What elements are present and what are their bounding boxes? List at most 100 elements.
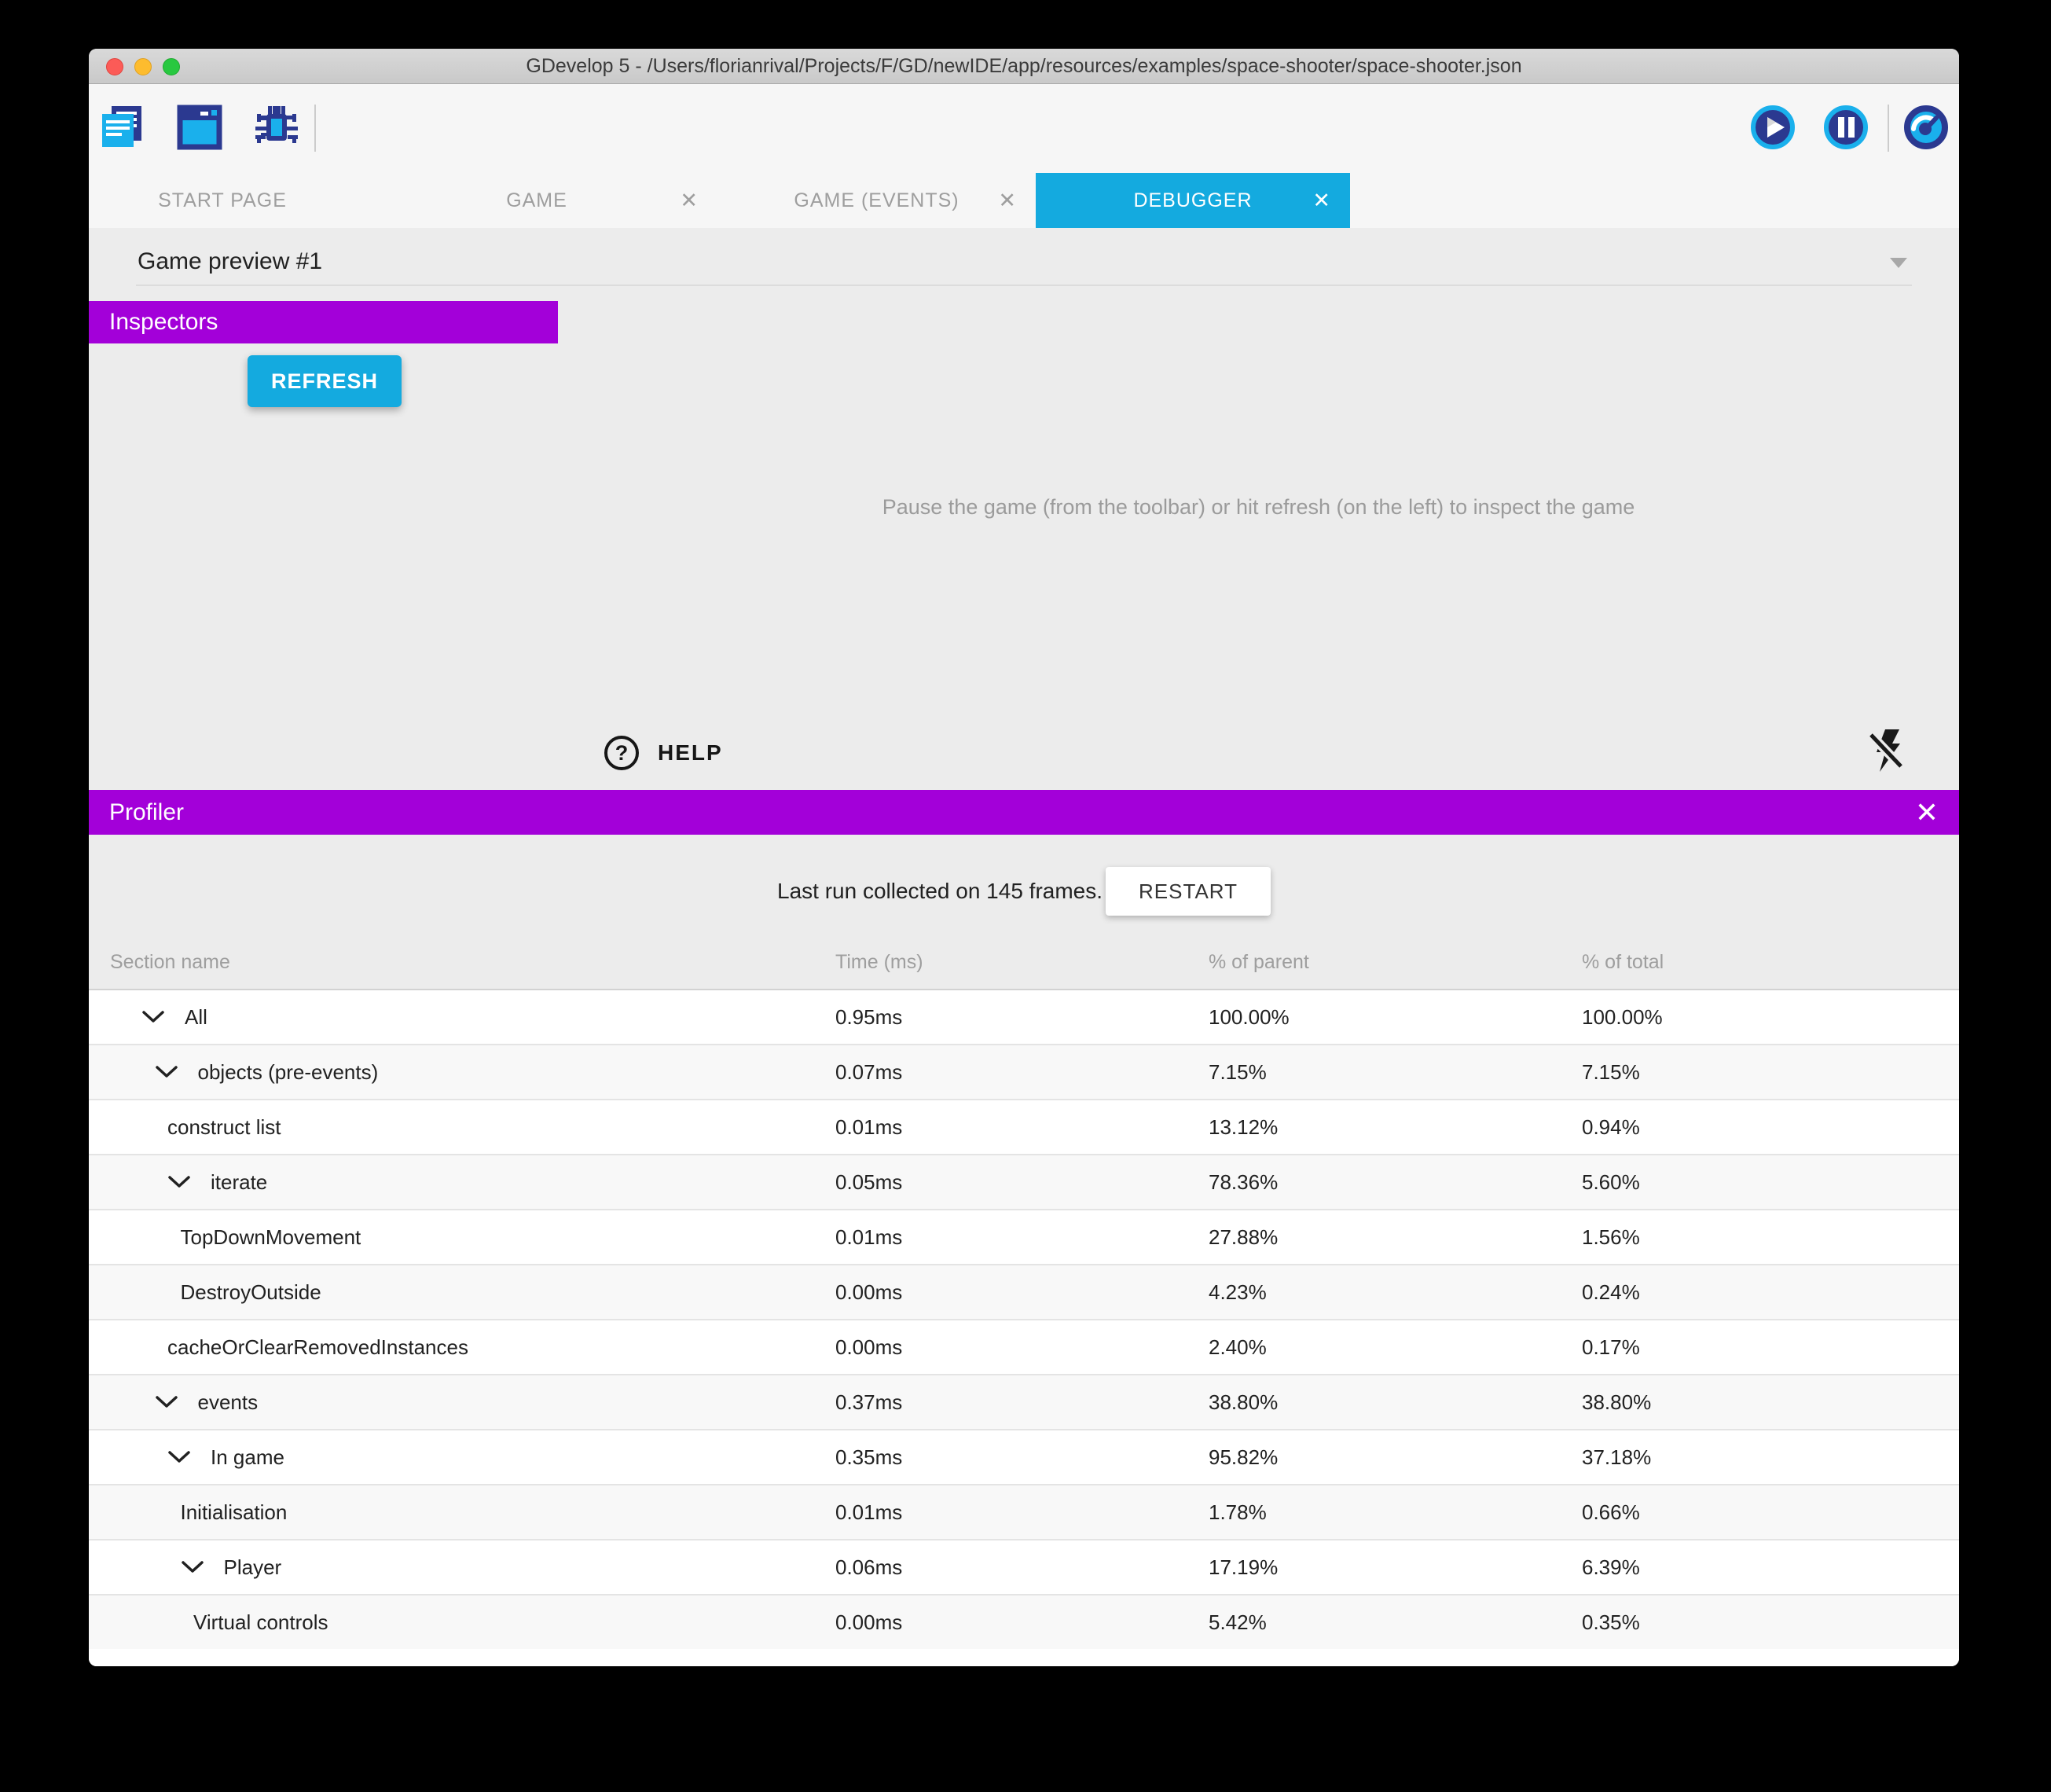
profiler-row-destroyoutside[interactable]: DestroyOutside0.00ms4.23%0.24% (89, 1264, 1959, 1319)
percent-of-total-cell: 0.17% (1582, 1335, 1959, 1360)
time-cell: 0.00ms (835, 1610, 1209, 1635)
section-name: events (198, 1390, 259, 1415)
close-window-button[interactable] (106, 58, 123, 75)
profiler-row-in-game[interactable]: In game0.35ms95.82%37.18% (89, 1429, 1959, 1484)
percent-of-total-cell: 7.15% (1582, 1060, 1959, 1085)
percent-of-total-cell: 0.66% (1582, 1500, 1959, 1525)
percent-of-total-cell: 0.35% (1582, 1610, 1959, 1635)
profiler-run-info: Last run collected on 145 frames. (777, 879, 1103, 904)
profiler-row-all[interactable]: All0.95ms100.00%100.00% (89, 989, 1959, 1044)
chevron-down-icon[interactable] (141, 1010, 165, 1024)
section-name: All (185, 1005, 207, 1030)
tab-close-icon[interactable]: ✕ (998, 190, 1017, 211)
divider (136, 285, 1912, 286)
profiler-close-icon[interactable]: ✕ (1915, 799, 1939, 827)
profiler-row-objects-pre-events-[interactable]: objects (pre-events)0.07ms7.15%7.15% (89, 1044, 1959, 1099)
section-name: TopDownMovement (181, 1225, 361, 1250)
chevron-down-icon[interactable] (1890, 258, 1907, 268)
scene-window-icon[interactable] (177, 105, 222, 150)
pause-hint-message: Pause the game (from the toolbar) or hit… (558, 495, 1959, 520)
section-name: iterate (211, 1170, 267, 1195)
refresh-button[interactable]: REFRESH (248, 355, 402, 407)
percent-of-total-cell: 100.00% (1582, 1005, 1959, 1030)
help-button[interactable]: ? HELP (604, 736, 723, 770)
profiler-panel: Profiler ✕ Last run collected on 145 fra… (89, 790, 1959, 1666)
percent-of-total-cell: 38.80% (1582, 1390, 1959, 1415)
percent-of-parent-cell: 27.88% (1209, 1225, 1582, 1250)
section-name-cell: cacheOrClearRemovedInstances (89, 1335, 835, 1360)
tab-label: DEBUGGER (1133, 189, 1252, 212)
section-name-cell: objects (pre-events) (89, 1060, 835, 1085)
percent-of-parent-cell: 38.80% (1209, 1390, 1582, 1415)
profiler-row-player[interactable]: Player0.06ms17.19%6.39% (89, 1539, 1959, 1594)
percent-of-parent-cell: 7.15% (1209, 1060, 1582, 1085)
profiler-row-events[interactable]: events0.37ms38.80%38.80% (89, 1374, 1959, 1429)
profiler-title: Profiler (109, 799, 184, 826)
percent-of-total-cell: 0.94% (1582, 1115, 1959, 1140)
section-name: Virtual controls (193, 1610, 328, 1635)
tab-start-page[interactable]: START PAGE (89, 173, 356, 228)
app-window: GDevelop 5 - /Users/florianrival/Project… (89, 49, 1959, 1666)
chevron-down-icon[interactable] (155, 1395, 178, 1409)
project-manager-icon[interactable] (101, 105, 146, 150)
section-name: objects (pre-events) (198, 1060, 379, 1085)
tab-debugger[interactable]: DEBUGGER ✕ (1036, 173, 1350, 228)
tab-bar: START PAGE GAME ✕ GAME (EVENTS) ✕ DEBUGG… (89, 173, 1959, 228)
pause-icon[interactable] (1823, 105, 1869, 150)
game-preview-selector[interactable]: Game preview #1 (138, 248, 322, 275)
time-cell: 0.00ms (835, 1335, 1209, 1360)
tab-game-events[interactable]: GAME (EVENTS) ✕ (717, 173, 1036, 228)
section-name-cell: construct list (89, 1115, 835, 1140)
time-cell: 0.05ms (835, 1170, 1209, 1195)
profiler-table-header: Section name Time (ms) % of parent % of … (89, 916, 1959, 989)
percent-of-parent-cell: 13.12% (1209, 1115, 1582, 1140)
time-cell: 0.06ms (835, 1555, 1209, 1580)
window-title: GDevelop 5 - /Users/florianrival/Project… (526, 55, 1521, 78)
debugger-panel: Game preview #1 Inspectors REFRESH Pause… (89, 228, 1959, 790)
percent-of-total-cell: 6.39% (1582, 1555, 1959, 1580)
profiler-body: Last run collected on 145 frames. RESTAR… (89, 867, 1959, 1666)
profiler-header: Profiler ✕ (89, 790, 1959, 835)
zoom-window-button[interactable] (163, 58, 180, 75)
percent-of-parent-cell: 17.19% (1209, 1555, 1582, 1580)
time-cell: 0.01ms (835, 1115, 1209, 1140)
profiler-row-iterate[interactable]: iterate0.05ms78.36%5.60% (89, 1154, 1959, 1209)
time-cell: 0.35ms (835, 1445, 1209, 1470)
profiler-row-cacheorclearremovedinstances[interactable]: cacheOrClearRemovedInstances0.00ms2.40%0… (89, 1319, 1959, 1374)
chevron-down-icon[interactable] (167, 1450, 191, 1464)
tab-label: START PAGE (158, 189, 287, 212)
tab-close-icon[interactable]: ✕ (680, 190, 699, 211)
profiler-row-virtual-controls[interactable]: Virtual controls0.00ms5.42%0.35% (89, 1594, 1959, 1649)
tab-close-icon[interactable]: ✕ (1312, 190, 1331, 211)
chevron-down-icon[interactable] (181, 1560, 204, 1574)
profiler-table-rows: All0.95ms100.00%100.00%objects (pre-even… (89, 989, 1959, 1666)
profiler-gauge-icon[interactable] (1903, 105, 1949, 150)
column-header-time: Time (ms) (835, 951, 1209, 974)
tab-label: GAME (506, 189, 567, 212)
percent-of-parent-cell: 4.23% (1209, 1280, 1582, 1305)
minimize-window-button[interactable] (134, 58, 152, 75)
chevron-down-icon[interactable] (167, 1175, 191, 1189)
profiler-row-initialisation[interactable]: Initialisation0.01ms1.78%0.66% (89, 1484, 1959, 1539)
flash-off-icon[interactable] (1866, 728, 1909, 773)
debugger-bug-icon[interactable] (254, 105, 299, 150)
play-icon[interactable] (1750, 105, 1796, 150)
toolbar (89, 84, 1959, 173)
titlebar: GDevelop 5 - /Users/florianrival/Project… (89, 49, 1959, 84)
section-name-cell: Player (89, 1555, 835, 1580)
percent-of-total-cell: 37.18% (1582, 1445, 1959, 1470)
time-cell: 0.07ms (835, 1060, 1209, 1085)
percent-of-parent-cell: 100.00% (1209, 1005, 1582, 1030)
profiler-row-construct-list[interactable]: construct list0.01ms13.12%0.94% (89, 1099, 1959, 1154)
tab-game[interactable]: GAME ✕ (356, 173, 717, 228)
time-cell: 0.95ms (835, 1005, 1209, 1030)
percent-of-parent-cell: 1.78% (1209, 1500, 1582, 1525)
percent-of-total-cell: 5.60% (1582, 1170, 1959, 1195)
restart-button[interactable]: RESTART (1106, 867, 1271, 916)
profiler-row-topdownmovement[interactable]: TopDownMovement0.01ms27.88%1.56% (89, 1209, 1959, 1264)
help-label: HELP (658, 740, 723, 766)
percent-of-total-cell: 0.24% (1582, 1280, 1959, 1305)
section-name: DestroyOutside (181, 1280, 321, 1305)
chevron-down-icon[interactable] (155, 1065, 178, 1079)
column-header-percent-total: % of total (1582, 951, 1959, 974)
